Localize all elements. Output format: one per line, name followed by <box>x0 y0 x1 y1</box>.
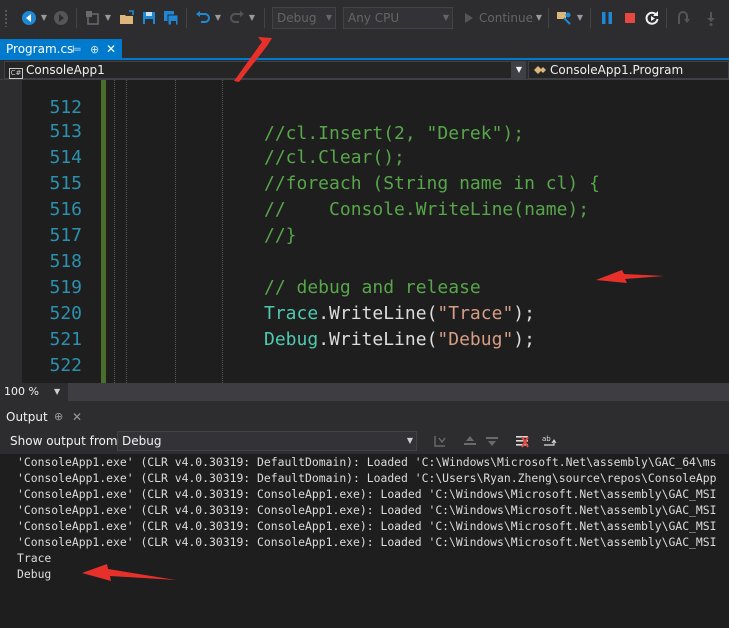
continue-label: Continue <box>479 11 533 25</box>
output-line: 'ConsoleApp1.exe' (CLR v4.0.30319: Defau… <box>17 455 717 469</box>
play-icon <box>465 13 473 23</box>
code-line[interactable]: 519 Trace.WriteLine("Trace"); <box>0 249 729 324</box>
stop-icon[interactable] <box>621 9 639 27</box>
toolbar-separator <box>666 8 667 28</box>
open-file-icon[interactable] <box>118 9 136 27</box>
word-wrap-icon[interactable]: ab <box>542 433 558 449</box>
output-title: Output <box>6 410 48 424</box>
code-line[interactable]: 514 //foreach (String name in cl) { <box>0 119 729 194</box>
output-panel-header: Output ⊕ ✕ <box>0 407 729 428</box>
back-icon[interactable] <box>20 9 38 27</box>
output-line: 'ConsoleApp1.exe' (CLR v4.0.30319: Conso… <box>17 535 717 549</box>
class-icon <box>534 66 546 74</box>
code-line[interactable]: 518 // debug and release <box>0 223 729 298</box>
zoom-combo[interactable]: 100 % ▼ <box>4 384 64 400</box>
chevron-down-icon: ▼ <box>325 13 332 22</box>
platform-combo[interactable]: Any CPU ▼ <box>343 7 453 29</box>
pin-icon[interactable]: ⊕ <box>90 39 99 60</box>
pause-icon[interactable] <box>598 9 616 27</box>
chevron-down-icon[interactable]: ▼ <box>512 61 526 79</box>
output-source-value: Debug <box>122 434 162 448</box>
new-project-dropdown-icon[interactable]: ▼ <box>104 13 112 23</box>
class-combo[interactable]: ConsoleApp1.Program <box>528 61 729 79</box>
tab-program-cs[interactable]: Program.cs ⊨ ⊕ ✕ <box>0 39 122 60</box>
output-toolbar: Show output from: Debug ▼ ab <box>0 428 729 454</box>
code-line[interactable]: 520 Debug.WriteLine("Debug"); <box>0 275 729 350</box>
chevron-down-icon: ▼ <box>54 387 61 396</box>
toolbar-separator <box>548 8 549 28</box>
redo-icon[interactable] <box>228 9 246 27</box>
forward-icon[interactable] <box>52 9 70 27</box>
previous-message-icon[interactable] <box>462 433 478 449</box>
output-line: Debug <box>17 567 52 581</box>
clear-all-icon[interactable] <box>514 433 530 449</box>
tab-filename: Program.cs <box>6 42 74 56</box>
navigation-bar: C# ConsoleApp1 ▼ ConsoleApp1.Program <box>0 60 729 80</box>
document-tab-strip: Program.cs ⊨ ⊕ ✕ <box>0 36 729 60</box>
platform-value: Any CPU <box>348 11 400 25</box>
class-name: ConsoleApp1.Program <box>550 63 684 77</box>
dropdown-pin-icon[interactable]: ⊨ <box>72 39 82 60</box>
code-editor[interactable]: 512 //cl.Insert(2, "Derek"); 513 //cl.Cl… <box>0 80 729 383</box>
next-message-icon[interactable] <box>484 433 500 449</box>
code-line[interactable]: 516 //} <box>0 171 729 246</box>
pin-icon[interactable]: ⊕ <box>54 410 63 423</box>
new-project-icon[interactable] <box>84 9 102 27</box>
toolbar-separator <box>186 8 187 28</box>
show-next-statement-icon[interactable] <box>674 9 692 27</box>
editor-status-strip: 100 % ▼ <box>0 383 729 401</box>
output-line: Trace <box>17 551 52 565</box>
toolbar-separator <box>76 8 77 28</box>
main-toolbar: ▼ ▼ ▼ ▼ Debug ▼ Any CPU ▼ Continue ▼ ▼ <box>0 0 729 36</box>
continue-dropdown-icon[interactable]: ▼ <box>535 13 543 23</box>
project-name: ConsoleApp1 <box>26 63 105 77</box>
configuration-value: Debug <box>277 11 317 25</box>
csharp-project-icon: C# <box>9 68 23 79</box>
toolbar-grip[interactable] <box>4 9 8 27</box>
configuration-combo[interactable]: Debug ▼ <box>272 7 336 29</box>
toolbar-separator <box>590 8 591 28</box>
output-line: 'ConsoleApp1.exe' (CLR v4.0.30319: Conso… <box>17 519 717 533</box>
output-text-area[interactable]: 'ConsoleApp1.exe' (CLR v4.0.30319: Defau… <box>0 454 729 628</box>
toolbar-separator <box>264 8 265 28</box>
output-source-combo[interactable]: Debug ▼ <box>117 431 417 451</box>
back-dropdown-icon[interactable]: ▼ <box>40 13 48 23</box>
horizontal-scrollbar[interactable] <box>68 383 729 401</box>
code-line[interactable]: 521 <box>0 301 729 350</box>
attach-dropdown-icon[interactable]: ▼ <box>576 13 584 23</box>
restart-icon[interactable] <box>643 9 661 27</box>
step-into-icon[interactable] <box>702 9 720 27</box>
code-line[interactable]: 522 <box>0 327 729 376</box>
attach-process-icon[interactable] <box>555 9 573 27</box>
output-line: 'ConsoleApp1.exe' (CLR v4.0.30319: Conso… <box>17 487 717 501</box>
continue-button[interactable]: Continue <box>461 7 533 29</box>
chevron-down-icon: ▼ <box>406 436 413 445</box>
zoom-level: 100 % <box>4 385 39 398</box>
redo-dropdown-icon[interactable]: ▼ <box>248 13 256 23</box>
chevron-down-icon: ▼ <box>442 13 449 22</box>
undo-dropdown-icon[interactable]: ▼ <box>214 13 222 23</box>
close-icon[interactable]: ✕ <box>72 410 82 424</box>
svg-text:ab: ab <box>542 435 551 443</box>
project-combo[interactable]: C# ConsoleApp1 <box>4 61 512 79</box>
save-all-icon[interactable] <box>162 9 180 27</box>
save-icon[interactable] <box>140 9 158 27</box>
output-line: 'ConsoleApp1.exe' (CLR v4.0.30319: Defau… <box>17 471 717 485</box>
undo-icon[interactable] <box>194 9 212 27</box>
code-line[interactable]: 523 <box>0 353 729 383</box>
code-line[interactable]: 517 <box>0 197 729 246</box>
show-output-from-label: Show output from: <box>10 434 122 448</box>
output-line: 'ConsoleApp1.exe' (CLR v4.0.30319: Conso… <box>17 503 717 517</box>
close-icon[interactable]: ✕ <box>106 39 116 60</box>
code-line[interactable]: 513 //cl.Clear(); <box>0 93 729 168</box>
code-line[interactable]: 515 // Console.WriteLine(name); <box>0 145 729 220</box>
find-message-icon[interactable] <box>432 433 448 449</box>
